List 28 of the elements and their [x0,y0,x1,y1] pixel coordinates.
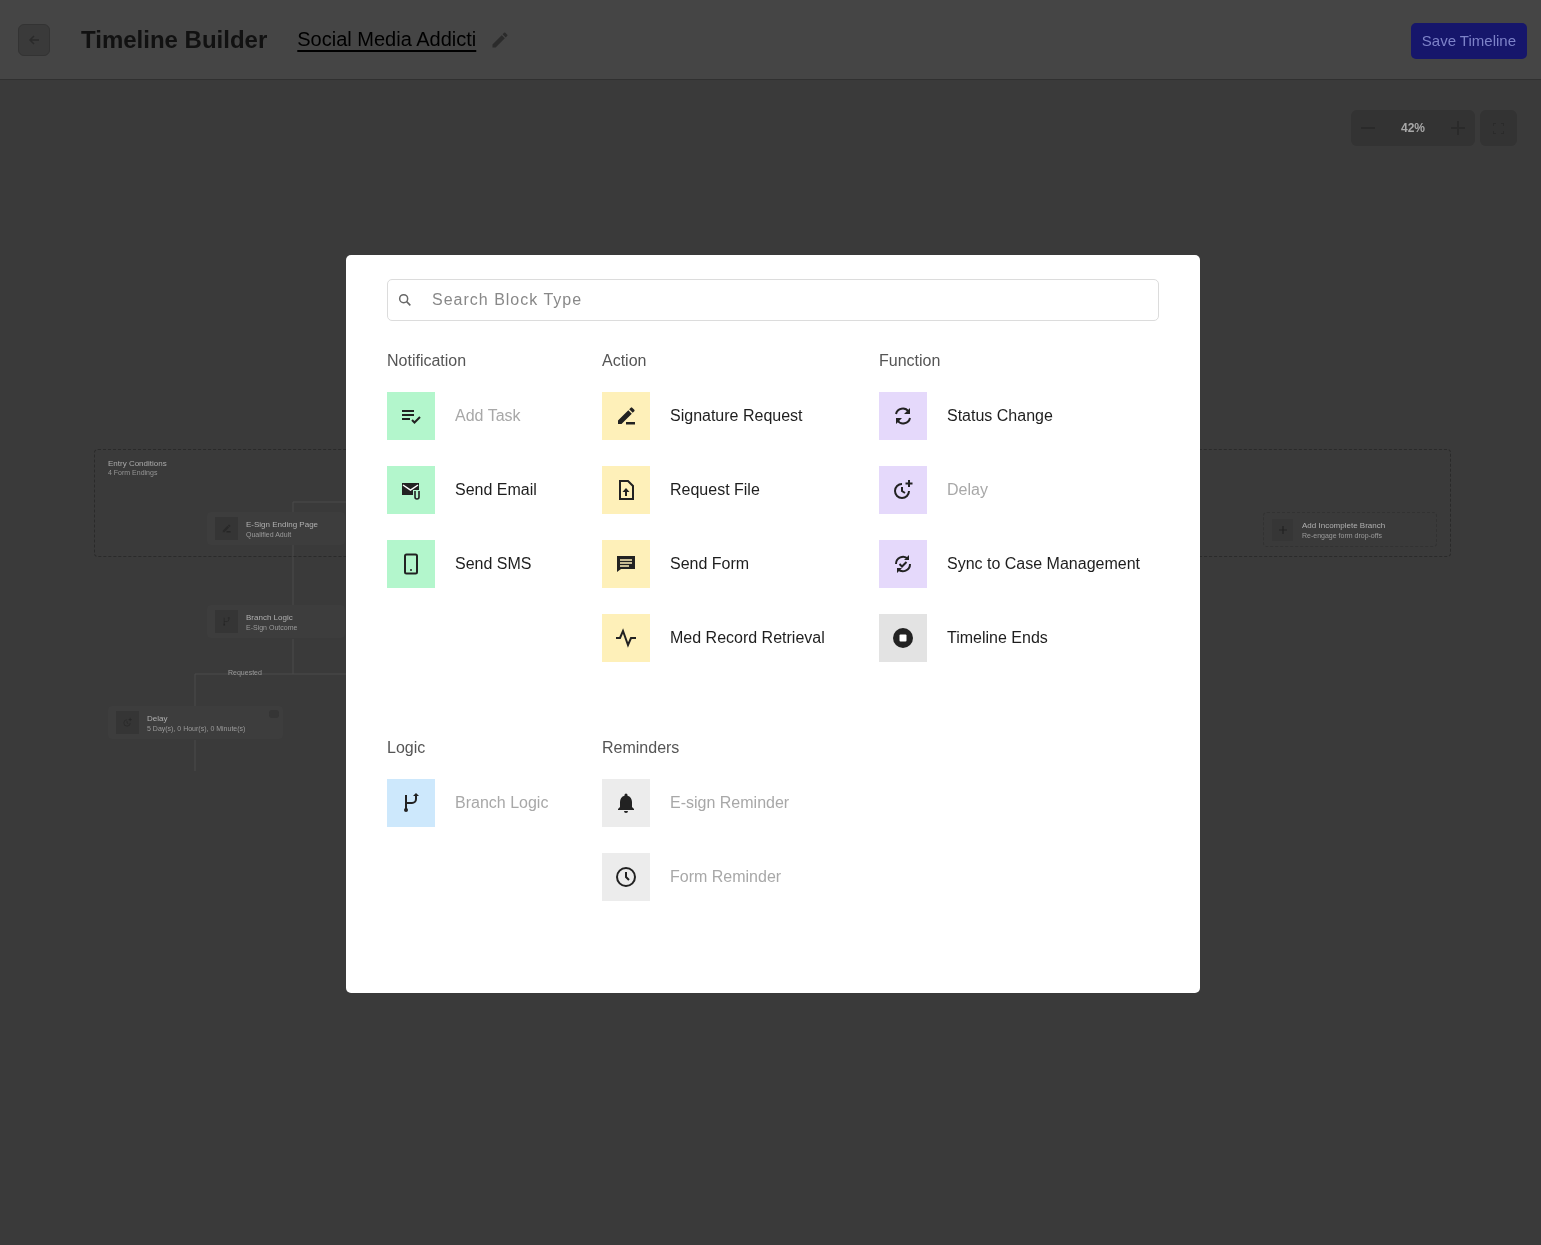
pulse-icon [614,626,638,650]
block-type-option[interactable]: Timeline Ends [879,614,1048,662]
section-heading: Reminders [602,738,681,758]
block-type-option[interactable]: Status Change [879,392,1053,440]
section-heading: Notification [387,351,468,371]
section-heading: Action [602,351,648,371]
save-timeline-button[interactable]: Save Timeline [1410,22,1527,59]
section-heading: Function [879,351,942,371]
search-icon [397,292,413,308]
block-type-option[interactable]: Signature Request [602,392,803,440]
block-type-option[interactable]: Send Email [387,466,537,514]
block-type-option[interactable]: Sync to Case Management [879,540,1140,588]
zoom-level-reading: 42% [1401,121,1425,135]
search-field[interactable]: Search Block Type [387,279,1159,321]
back-button[interactable] [18,23,50,56]
add-branch-title: Add Incomplete Branch [1302,520,1386,530]
node-title: Branch Logic [246,612,294,622]
node-title: Delay [147,713,169,723]
group-title: Entry Conditions [108,459,168,468]
block-type-option[interactable]: Request File [602,466,760,514]
block-type-option[interactable]: Med Record Retrieval [602,614,825,662]
clock-icon [614,865,638,889]
block-type-option[interactable]: Send SMS [387,540,532,588]
stop-icon [891,626,915,650]
clock-plus-icon [891,478,915,502]
block-type-option[interactable]: Send Form [602,540,750,588]
node-title: E-Sign Ending Page [246,519,319,529]
section-heading: Logic [387,738,427,758]
